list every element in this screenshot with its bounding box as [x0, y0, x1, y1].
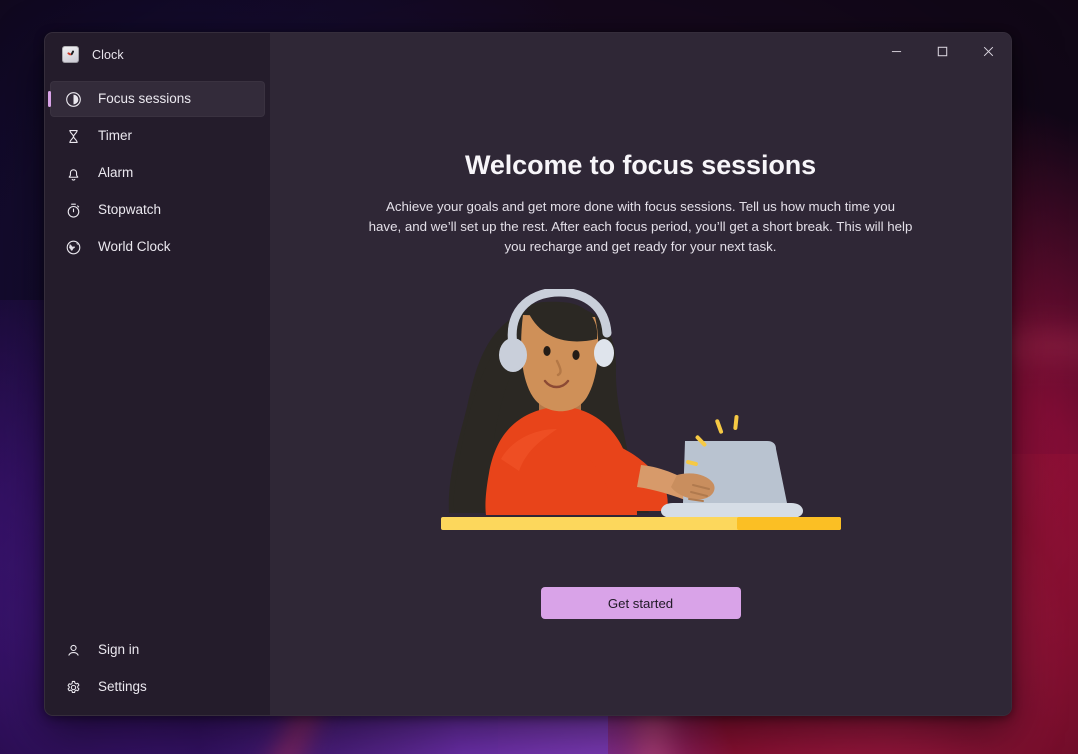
hourglass-icon — [65, 128, 82, 145]
sidebar-item-label: Timer — [98, 128, 132, 144]
sidebar-item-label: Focus sessions — [98, 91, 192, 107]
main-content: Welcome to focus sessions Achieve your g… — [270, 33, 1011, 715]
eye-left — [542, 346, 551, 356]
sidebar-item-timer[interactable]: Timer — [50, 118, 265, 154]
page-description: Achieve your goals and get more done wit… — [368, 199, 913, 254]
focus-sessions-icon — [65, 91, 82, 108]
sidebar-item-settings[interactable]: Settings — [50, 669, 265, 705]
laptop-base — [660, 503, 803, 518]
close-button[interactable] — [965, 33, 1011, 69]
clock-icon — [62, 46, 79, 63]
sidebar-item-label: Alarm — [98, 165, 134, 181]
desktop: Clock Focus sessions Timer Alarm Stopwat… — [0, 0, 1078, 754]
secondary-nav: Sign in Settings — [45, 632, 270, 705]
clock-app-window: Clock Focus sessions Timer Alarm Stopwat… — [44, 32, 1012, 716]
window-controls — [873, 33, 1011, 69]
globe-icon — [65, 239, 82, 256]
sidebar-item-label: Sign in — [98, 642, 140, 658]
navigation-sidebar: Clock Focus sessions Timer Alarm Stopwat… — [45, 33, 270, 715]
sidebar-item-label: Stopwatch — [98, 202, 162, 218]
get-started-button[interactable]: Get started — [540, 587, 741, 619]
sidebar-item-label: World Clock — [98, 239, 171, 255]
sidebar-item-alarm[interactable]: Alarm — [50, 155, 265, 191]
eye-right — [571, 350, 580, 360]
headphone-earcup-right — [593, 339, 614, 367]
person-icon — [65, 642, 82, 659]
app-title-bar: Clock — [45, 33, 270, 76]
page-title: Welcome to focus sessions — [464, 150, 817, 180]
sparkle-1 — [714, 419, 723, 434]
sidebar-item-focus-sessions[interactable]: Focus sessions — [50, 81, 265, 117]
woman-with-headphones-at-laptop-illustration — [440, 289, 841, 530]
desk-surface-accent — [736, 517, 841, 530]
bell-icon — [65, 165, 82, 182]
stopwatch-icon — [65, 202, 82, 219]
sidebar-item-world-clock[interactable]: World Clock — [50, 229, 265, 265]
sidebar-item-stopwatch[interactable]: Stopwatch — [50, 192, 265, 228]
minimize-button[interactable] — [873, 33, 919, 69]
sidebar-item-label: Settings — [98, 679, 147, 695]
maximize-button[interactable] — [919, 33, 965, 69]
primary-nav: Focus sessions Timer Alarm Stopwatch Wor… — [45, 81, 270, 265]
gear-icon — [65, 679, 82, 696]
headphone-earcup-left — [498, 338, 527, 372]
sidebar-item-sign-in[interactable]: Sign in — [50, 632, 265, 668]
app-title: Clock — [92, 47, 124, 62]
sparkle-2 — [732, 415, 739, 430]
